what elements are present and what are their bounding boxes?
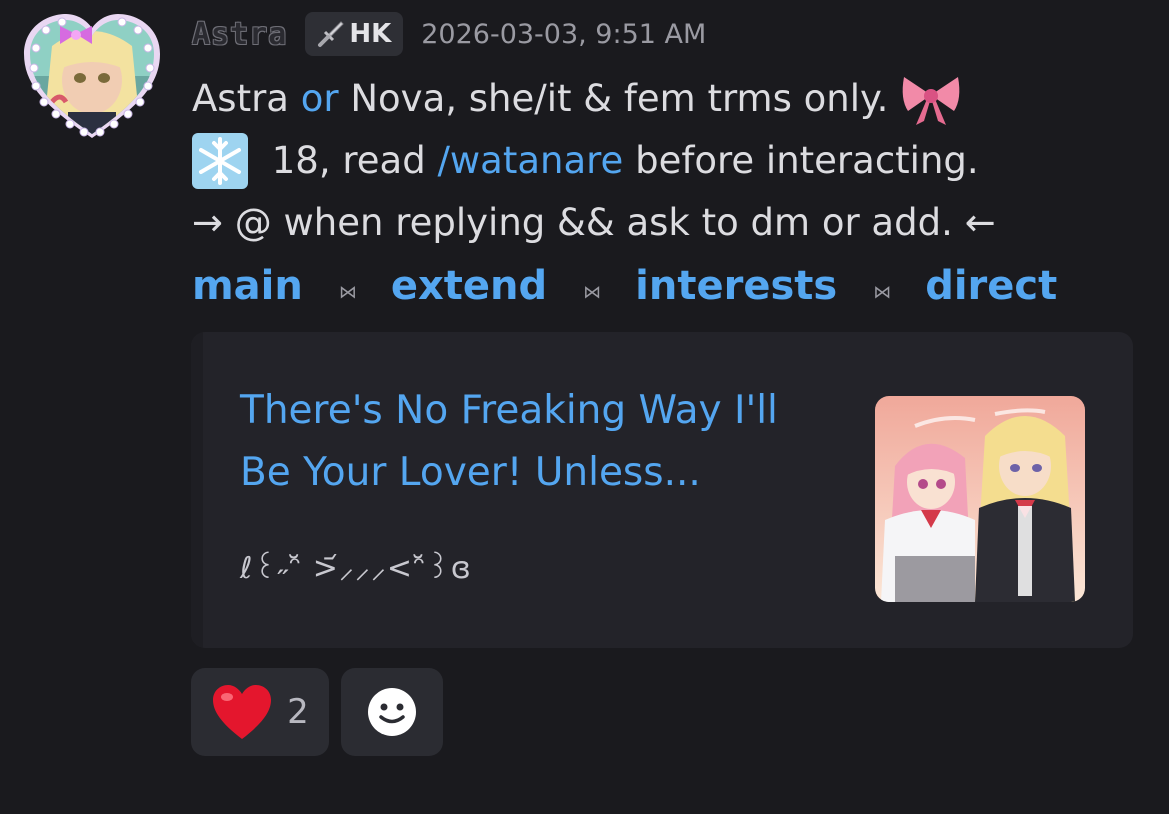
text-segment: 18, read <box>260 139 438 182</box>
nav-link-interests[interactable]: interests <box>635 263 837 309</box>
user-avatar[interactable] <box>22 6 162 146</box>
text-segment: → @ when replying && ask to dm or add. ← <box>192 201 996 244</box>
ribbon-bow-icon <box>903 77 960 125</box>
embed-title[interactable]: There's No Freaking Way I'll Be Your Lov… <box>240 380 840 504</box>
nav-links: main ⋈ extend ⋈ interests ⋈ direct <box>192 258 1057 314</box>
avatar-image <box>24 14 160 138</box>
nav-link-main[interactable]: main <box>192 263 303 309</box>
message-line-2: 18, read /watanare before interacting. <box>192 130 1152 192</box>
anime-thumbnail-image <box>875 396 1085 602</box>
heart-emoji-icon <box>213 685 272 739</box>
add-reaction-icon <box>368 688 416 736</box>
message-content: Astra or Nova, she/it & fem trms only. 1… <box>192 68 1152 254</box>
text-segment: Astra <box>192 77 301 120</box>
text-segment: Nova, she/it & fem trms only. <box>338 77 889 120</box>
nav-link-direct[interactable]: direct <box>925 263 1057 309</box>
embed-thumbnail[interactable] <box>875 396 1085 602</box>
username[interactable]: Astra <box>192 17 287 52</box>
embed-description: ℓ꒰˶ᵔ̆ >᷄⸝⸝⸝<ᵔ̆꒱ɞ <box>240 551 472 586</box>
message-line-1: Astra or Nova, she/it & fem trms only. <box>192 68 1152 130</box>
reaction-heart[interactable]: 2 <box>191 668 329 756</box>
text-segment-highlight: or <box>300 77 339 120</box>
server-tag-label: HK <box>349 19 392 49</box>
timestamp: 2026-03-03, 9:51 AM <box>421 18 707 50</box>
message-line-3: → @ when replying && ask to dm or add. ← <box>192 192 1152 254</box>
snowflake-icon <box>192 133 248 189</box>
text-segment: before interacting. <box>623 139 979 182</box>
nav-link-extend[interactable]: extend <box>391 263 547 309</box>
embed-accent-bar <box>191 332 203 648</box>
separator-icon: ⋈ <box>873 281 892 303</box>
channel-link[interactable]: /watanare <box>437 130 623 192</box>
add-reaction-button[interactable] <box>341 668 443 756</box>
separator-icon: ⋈ <box>338 281 357 303</box>
message-header: Astra HK 2026-03-03, 9:51 AM <box>192 10 706 58</box>
separator-icon: ⋈ <box>583 281 602 303</box>
sword-icon <box>318 21 345 47</box>
server-tag[interactable]: HK <box>305 12 404 56</box>
reaction-count: 2 <box>287 692 309 732</box>
link-embed: There's No Freaking Way I'll Be Your Lov… <box>191 332 1133 648</box>
